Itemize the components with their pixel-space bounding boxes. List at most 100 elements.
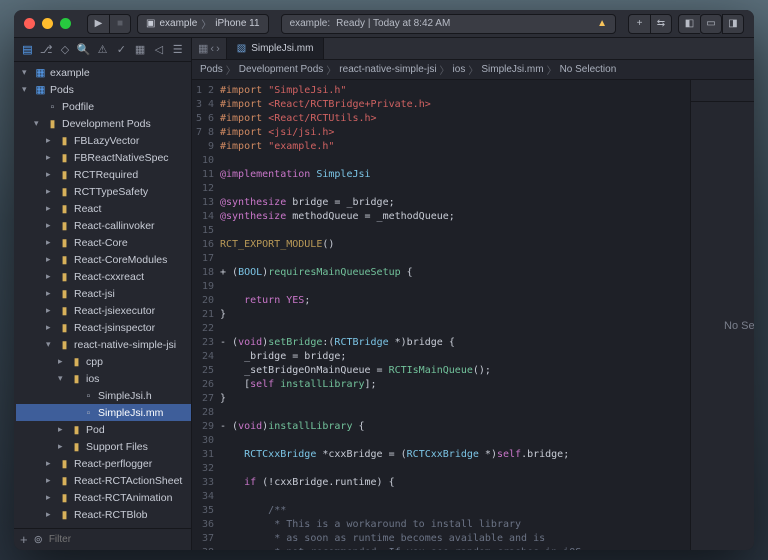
disclosure-chevron-icon[interactable]: ▸: [46, 152, 55, 163]
stop-button[interactable]: ■: [109, 14, 131, 34]
folder-row[interactable]: ▸▮React-cxxreact: [16, 268, 191, 285]
disclosure-chevron-icon[interactable]: ▸: [46, 220, 55, 231]
tree-item-label: React-CoreModules: [74, 254, 167, 266]
disclosure-chevron-icon[interactable]: ▾: [46, 339, 55, 350]
related-items-button[interactable]: ▦: [198, 42, 208, 55]
folder-row[interactable]: ▸▮React-jsinspector: [16, 319, 191, 336]
file-row[interactable]: ▫Podfile: [16, 98, 191, 115]
disclosure-chevron-icon[interactable]: ▸: [46, 186, 55, 197]
disclosure-chevron-icon[interactable]: ▾: [22, 84, 31, 95]
disclosure-chevron-icon[interactable]: ▸: [58, 424, 67, 435]
disclosure-chevron-icon[interactable]: ▾: [22, 67, 31, 78]
folder-row[interactable]: ▾▮ios: [16, 370, 191, 387]
disclosure-chevron-icon[interactable]: ▸: [46, 305, 55, 316]
minimize-window-button[interactable]: [42, 18, 53, 29]
toggle-inspector-button[interactable]: ◨: [722, 14, 744, 34]
breadcrumb-item[interactable]: Pods: [200, 64, 223, 75]
nav-tests-icon[interactable]: ✓: [114, 43, 129, 56]
breadcrumb-item[interactable]: No Selection: [560, 64, 617, 75]
folder-row[interactable]: ▾▦example: [16, 64, 191, 81]
jump-bar[interactable]: Pods〉Development Pods〉react-native-simpl…: [192, 60, 754, 80]
folder-row[interactable]: ▾▦Pods: [16, 81, 191, 98]
disclosure-chevron-icon[interactable]: ▸: [46, 254, 55, 265]
disclosure-chevron-icon[interactable]: ▸: [46, 169, 55, 180]
folder-row[interactable]: ▸▮React-RCTBlob: [16, 506, 191, 523]
folder-row[interactable]: ▸▮React-CoreModules: [16, 251, 191, 268]
nav-project-icon[interactable]: ▤: [20, 43, 35, 56]
disclosure-chevron-icon[interactable]: ▸: [58, 356, 67, 367]
folder-row[interactable]: ▸▮React-perflogger: [16, 455, 191, 472]
code-body[interactable]: #import "SimpleJsi.h" #import <React/RCT…: [220, 80, 690, 550]
plus-icon: +: [637, 18, 643, 29]
folder-row[interactable]: ▾▮Development Pods: [16, 115, 191, 132]
file-tree[interactable]: ▾▦example▾▦Pods▫Podfile▾▮Development Pod…: [14, 62, 191, 528]
filter-input[interactable]: [49, 534, 185, 545]
folder-icon: ▮: [58, 254, 71, 266]
disclosure-chevron-icon[interactable]: ▸: [46, 458, 55, 469]
folder-row[interactable]: ▸▮FBReactNativeSpec: [16, 149, 191, 166]
disclosure-chevron-icon[interactable]: ▸: [46, 322, 55, 333]
nav-debug-icon[interactable]: ▦: [133, 43, 148, 56]
folder-row[interactable]: ▸▮React-RCTAnimation: [16, 489, 191, 506]
folder-row[interactable]: ▸▮RCTTypeSafety: [16, 183, 191, 200]
code-editor[interactable]: 1 2 3 4 5 6 7 8 9 10 11 12 13 14 15 16 1…: [192, 80, 690, 550]
toggle-navigator-button[interactable]: ◧: [678, 14, 700, 34]
disclosure-chevron-icon[interactable]: ▸: [46, 203, 55, 214]
folder-row[interactable]: ▸▮FBLazyVector: [16, 132, 191, 149]
nav-symbols-icon[interactable]: ◇: [58, 43, 73, 56]
library-button[interactable]: +: [628, 14, 650, 34]
back-button[interactable]: ‹: [210, 43, 214, 55]
disclosure-chevron-icon[interactable]: ▸: [46, 288, 55, 299]
folder-row[interactable]: ▸▮React: [16, 200, 191, 217]
folder-row[interactable]: ▸▮RCTRequired: [16, 166, 191, 183]
nav-issues-icon[interactable]: ⚠: [95, 43, 110, 56]
folder-row[interactable]: ▸▮cpp: [16, 353, 191, 370]
line-gutter: 1 2 3 4 5 6 7 8 9 10 11 12 13 14 15 16 1…: [192, 80, 220, 550]
file-row[interactable]: ▫SimpleJsi.mm: [16, 404, 191, 421]
folder-icon: ▮: [58, 220, 71, 232]
breadcrumb-item[interactable]: ios: [453, 64, 466, 75]
disclosure-chevron-icon[interactable]: ▸: [46, 237, 55, 248]
nav-reports-icon[interactable]: ☰: [170, 43, 185, 56]
editor-tab[interactable]: ▧ SimpleJsi.mm: [226, 38, 325, 59]
activity-status[interactable]: example: Ready | Today at 8:42 AM ▲: [281, 14, 616, 34]
disclosure-chevron-icon[interactable]: ▾: [34, 118, 43, 129]
folder-icon: ▮: [58, 203, 71, 215]
zoom-window-button[interactable]: [60, 18, 71, 29]
folder-icon: ▮: [58, 135, 71, 147]
code-review-button[interactable]: ⇆: [650, 14, 672, 34]
disclosure-chevron-icon[interactable]: ▸: [46, 135, 55, 146]
folder-row[interactable]: ▸▮Support Files: [16, 438, 191, 455]
breadcrumb-item[interactable]: Development Pods: [239, 64, 324, 75]
nav-source-control-icon[interactable]: ⎇: [39, 43, 54, 56]
tree-item-label: React: [74, 203, 101, 215]
disclosure-chevron-icon[interactable]: ▸: [46, 492, 55, 503]
folder-icon: ▮: [58, 509, 71, 521]
folder-row[interactable]: ▸▮React-jsiexecutor: [16, 302, 191, 319]
folder-icon: ▮: [58, 288, 71, 300]
folder-row[interactable]: ▸▮React-callinvoker: [16, 217, 191, 234]
folder-row[interactable]: ▸▮React-RCTActionSheet: [16, 472, 191, 489]
toggle-debug-button[interactable]: ▭: [700, 14, 722, 34]
close-window-button[interactable]: [24, 18, 35, 29]
project-icon: ▦: [34, 84, 47, 96]
folder-row[interactable]: ▸▮Pod: [16, 421, 191, 438]
add-file-button[interactable]: +: [20, 532, 28, 547]
breadcrumb-item[interactable]: SimpleJsi.mm: [481, 64, 543, 75]
nav-find-icon[interactable]: 🔍: [76, 43, 91, 56]
warning-icon[interactable]: ▲: [597, 18, 607, 29]
file-row[interactable]: ▫SimpleJsi.h: [16, 387, 191, 404]
run-button[interactable]: ▶: [87, 14, 109, 34]
disclosure-chevron-icon[interactable]: ▸: [46, 509, 55, 520]
disclosure-chevron-icon[interactable]: ▸: [58, 441, 67, 452]
folder-row[interactable]: ▸▮React-jsi: [16, 285, 191, 302]
nav-breakpoints-icon[interactable]: ◁: [151, 43, 166, 56]
folder-row[interactable]: ▸▮React-Core: [16, 234, 191, 251]
breadcrumb-item[interactable]: react-native-simple-jsi: [339, 64, 436, 75]
disclosure-chevron-icon[interactable]: ▾: [58, 373, 67, 384]
disclosure-chevron-icon[interactable]: ▸: [46, 271, 55, 282]
scheme-selector[interactable]: ▣ example 〉 iPhone 11: [137, 14, 269, 34]
disclosure-chevron-icon[interactable]: ▸: [46, 475, 55, 486]
folder-row[interactable]: ▾▮react-native-simple-jsi: [16, 336, 191, 353]
forward-button[interactable]: ›: [216, 43, 220, 55]
